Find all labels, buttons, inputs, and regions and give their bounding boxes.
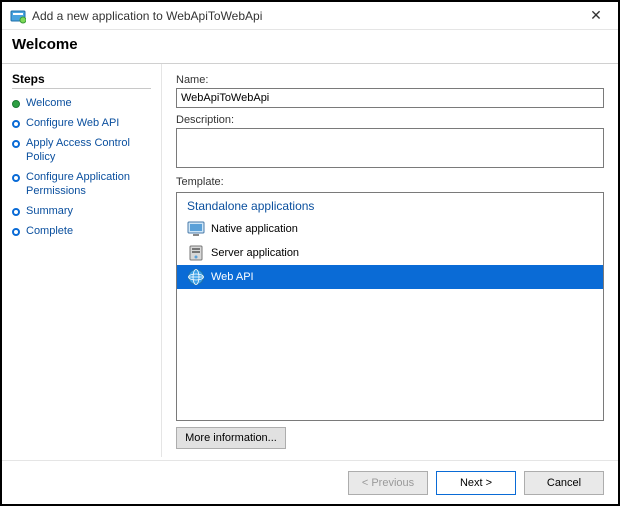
step-welcome[interactable]: Welcome <box>12 93 151 113</box>
next-button[interactable]: Next > <box>436 471 516 495</box>
step-label: Summary <box>26 204 73 218</box>
step-summary[interactable]: Summary <box>12 201 151 221</box>
bullet-icon <box>12 120 20 128</box>
step-label: Configure Web API <box>26 116 119 130</box>
page-header: Welcome <box>2 30 618 63</box>
steps-heading: Steps <box>12 72 151 89</box>
page-title: Welcome <box>12 36 608 53</box>
step-label: Configure Application Permissions <box>26 170 151 198</box>
more-information-button[interactable]: More information... <box>176 427 286 449</box>
step-label: Complete <box>26 224 73 238</box>
step-configure-permissions[interactable]: Configure Application Permissions <box>12 167 151 201</box>
step-apply-access-control[interactable]: Apply Access Control Policy <box>12 133 151 167</box>
bullet-icon <box>12 100 20 108</box>
bullet-icon <box>12 174 20 182</box>
app-icon <box>10 8 26 24</box>
bullet-icon <box>12 140 20 148</box>
template-label: Native application <box>211 223 298 235</box>
template-label: Web API <box>211 271 254 283</box>
globe-icon <box>187 268 205 286</box>
template-label: Server application <box>211 247 299 259</box>
template-group-header: Standalone applications <box>177 193 603 217</box>
step-label: Welcome <box>26 96 72 110</box>
template-server-application[interactable]: Server application <box>177 241 603 265</box>
close-button[interactable]: ✕ <box>582 7 610 24</box>
steps-sidebar: Steps Welcome Configure Web API Apply Ac… <box>2 64 162 457</box>
step-complete[interactable]: Complete <box>12 221 151 241</box>
bullet-icon <box>12 228 20 236</box>
monitor-icon <box>187 220 205 238</box>
name-label: Name: <box>176 74 604 86</box>
main-panel: Name: Description: Template: Standalone … <box>162 64 618 457</box>
cancel-button[interactable]: Cancel <box>524 471 604 495</box>
previous-button[interactable]: < Previous <box>348 471 428 495</box>
name-input[interactable] <box>176 88 604 108</box>
template-label: Template: <box>176 176 604 188</box>
window-title: Add a new application to WebApiToWebApi <box>32 9 582 23</box>
server-icon <box>187 244 205 262</box>
bullet-icon <box>12 208 20 216</box>
step-configure-web-api[interactable]: Configure Web API <box>12 113 151 133</box>
description-label: Description: <box>176 114 604 126</box>
template-listbox[interactable]: Standalone applications Native applicati… <box>176 192 604 421</box>
step-label: Apply Access Control Policy <box>26 136 151 164</box>
template-native-application[interactable]: Native application <box>177 217 603 241</box>
titlebar: Add a new application to WebApiToWebApi … <box>2 2 618 30</box>
template-web-api[interactable]: Web API <box>177 265 603 289</box>
description-input[interactable] <box>176 128 604 168</box>
wizard-footer: < Previous Next > Cancel <box>2 460 618 504</box>
